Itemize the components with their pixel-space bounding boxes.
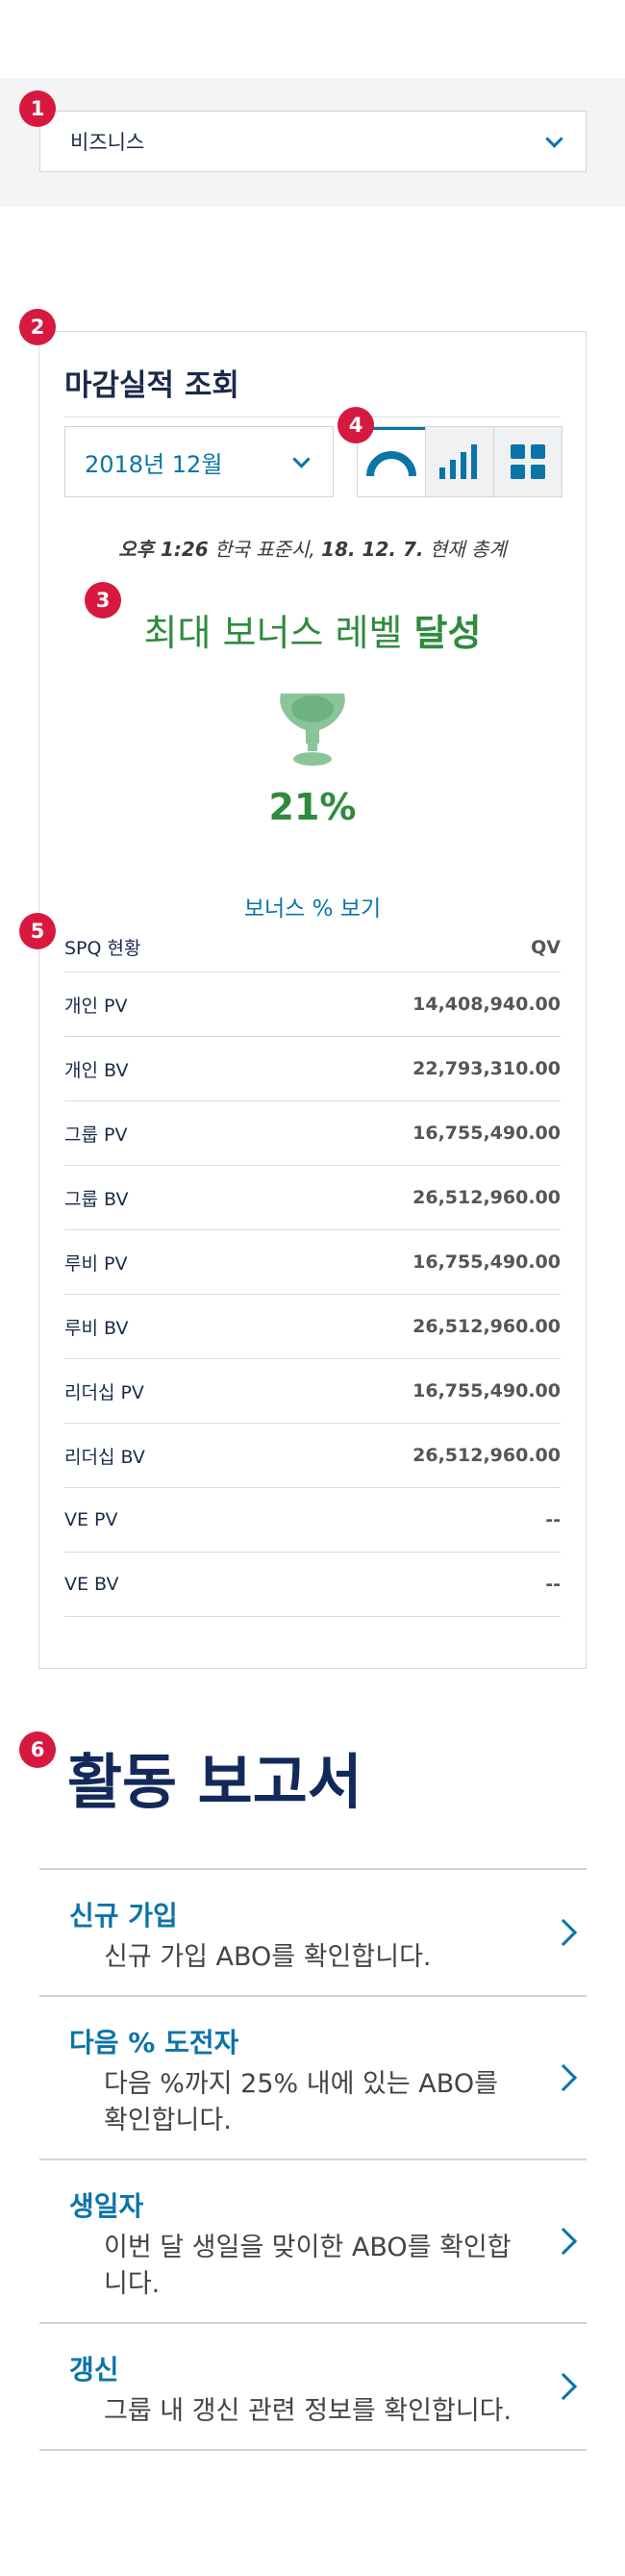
timestamp-date: 18. 12. 7. — [321, 538, 424, 561]
row-label: 개인 BV — [64, 1059, 129, 1081]
activity-item-title: 다음 % 도전자 — [69, 2027, 239, 2058]
timestamp-time: 오후 1:26 — [118, 538, 209, 561]
table-row: 루비 BV 26,512,960.00 — [64, 1295, 561, 1359]
annotation-badge-6: 6 — [19, 1731, 56, 1768]
row-label: 리더십 BV — [64, 1446, 145, 1468]
table-row: 리더십 BV 26,512,960.00 — [64, 1424, 561, 1488]
row-label: VE BV — [64, 1574, 119, 1595]
activity-item-title: 신규 가입 — [69, 1900, 178, 1932]
row-value: 22,793,310.00 — [412, 1058, 561, 1079]
table-row: 그룹 BV 26,512,960.00 — [64, 1166, 561, 1230]
chevron-down-icon — [545, 129, 563, 148]
annotation-badge-4: 4 — [338, 407, 374, 443]
activity-item-title: 생일자 — [69, 2190, 144, 2222]
annotation-badge-3: 3 — [85, 582, 121, 619]
row-value: -- — [545, 1574, 561, 1595]
grid-icon — [511, 444, 545, 479]
timestamp: 오후 1:26 한국 표준시, 18. 12. 7. 현재 총계 — [39, 534, 586, 562]
table-header-row: SPQ 현황 QV — [64, 922, 561, 972]
month-select[interactable]: 2018년 12월 — [64, 426, 334, 497]
business-section: 비즈니스 — [0, 78, 625, 207]
activity-report-title: 활동 보고서 — [67, 1747, 362, 1817]
annotation-badge-1: 1 — [19, 90, 56, 127]
chevron-right-icon — [549, 1918, 578, 1947]
bar-chart-icon — [439, 444, 477, 479]
chevron-right-icon — [549, 2063, 578, 2092]
table-header-value: QV — [531, 936, 561, 958]
business-select-label: 비즈니스 — [70, 131, 145, 154]
grid-view-button[interactable] — [493, 427, 562, 496]
spq-table: SPQ 현황 QV 개인 PV 14,408,940.00 개인 BV 22,793… — [64, 922, 561, 1617]
panel-title: 마감실적 조회 — [64, 368, 239, 403]
bonus-percent-link[interactable]: 보너스 % 보기 — [39, 890, 586, 922]
row-value: 26,512,960.00 — [412, 1187, 561, 1208]
table-row: 그룹 PV 16,755,490.00 — [64, 1101, 561, 1166]
annotation-badge-2: 2 — [19, 309, 56, 345]
timestamp-suffix: 현재 총계 — [423, 538, 507, 561]
row-label: 그룹 BV — [64, 1188, 129, 1210]
activity-list: 신규 가입 신규 가입 ABO를 확인합니다. 다음 % 도전자 다음 %까지 … — [39, 1868, 587, 2451]
activity-item-next-percent[interactable]: 다음 % 도전자 다음 %까지 25% 내에 있는 ABO를 확인합니다. — [39, 1997, 587, 2160]
row-label: 루비 PV — [64, 1252, 128, 1275]
bar-chart-view-button[interactable] — [425, 427, 493, 496]
row-label: 그룹 PV — [64, 1124, 128, 1146]
activity-item-birthday[interactable]: 생일자 이번 달 생일을 맞이한 ABO를 확인합니다. — [39, 2160, 587, 2324]
table-row: 개인 BV 22,793,310.00 — [64, 1037, 561, 1101]
timestamp-zone: 한국 표준시, — [208, 538, 322, 561]
table-row: 리더십 PV 16,755,490.00 — [64, 1359, 561, 1424]
view-toggle — [357, 426, 562, 497]
chevron-right-icon — [549, 2372, 578, 2401]
activity-item-renewal[interactable]: 갱신 그룹 내 갱신 관련 정보를 확인합니다. — [39, 2324, 587, 2451]
table-row: VE BV -- — [64, 1553, 561, 1617]
chevron-down-icon — [292, 449, 311, 468]
activity-item-new-signup[interactable]: 신규 가입 신규 가입 ABO를 확인합니다. — [39, 1870, 587, 1997]
row-value: 26,512,960.00 — [412, 1316, 561, 1337]
achievement-text: 최대 보너스 레벨 달성 — [39, 603, 586, 656]
bonus-percent: 21% — [268, 786, 357, 828]
row-value: -- — [545, 1509, 561, 1530]
row-label: 리더십 PV — [64, 1381, 144, 1403]
trophy-icon — [280, 694, 345, 766]
row-value: 16,755,490.00 — [412, 1380, 561, 1402]
row-value: 16,755,490.00 — [412, 1123, 561, 1144]
activity-item-desc: 신규 가입 ABO를 확인합니다. — [104, 1942, 432, 1972]
activity-item-desc: 이번 달 생일을 맞이한 ABO를 확인합니다. — [104, 2233, 512, 2299]
table-row: 개인 PV 14,408,940.00 — [64, 972, 561, 1037]
table-row: 루비 PV 16,755,490.00 — [64, 1230, 561, 1295]
activity-item-desc: 다음 %까지 25% 내에 있는 ABO를 확인합니다. — [104, 2069, 498, 2135]
table-header-label: SPQ 현황 — [64, 938, 141, 959]
achievement-strong: 달성 — [413, 612, 482, 654]
activity-item-desc: 그룹 내 갱신 관련 정보를 확인합니다. — [104, 2396, 512, 2426]
row-value: 26,512,960.00 — [412, 1445, 561, 1466]
row-label: 루비 BV — [64, 1317, 129, 1339]
achievement-prefix: 최대 보너스 레벨 — [143, 612, 414, 654]
performance-panel: 마감실적 조회 2018년 12월 오후 1:26 한국 표준시, 18. 12… — [38, 331, 587, 1669]
chevron-right-icon — [549, 2227, 578, 2256]
gauge-icon — [366, 450, 416, 476]
row-label: VE PV — [64, 1509, 118, 1530]
row-value: 14,408,940.00 — [412, 994, 561, 1015]
activity-item-title: 갱신 — [69, 2354, 119, 2386]
business-select[interactable]: 비즈니스 — [39, 111, 587, 172]
row-value: 16,755,490.00 — [412, 1251, 561, 1273]
row-label: 개인 PV — [64, 995, 128, 1017]
month-select-label: 2018년 12월 — [85, 450, 223, 478]
annotation-badge-5: 5 — [19, 913, 56, 949]
table-row: VE PV -- — [64, 1488, 561, 1553]
